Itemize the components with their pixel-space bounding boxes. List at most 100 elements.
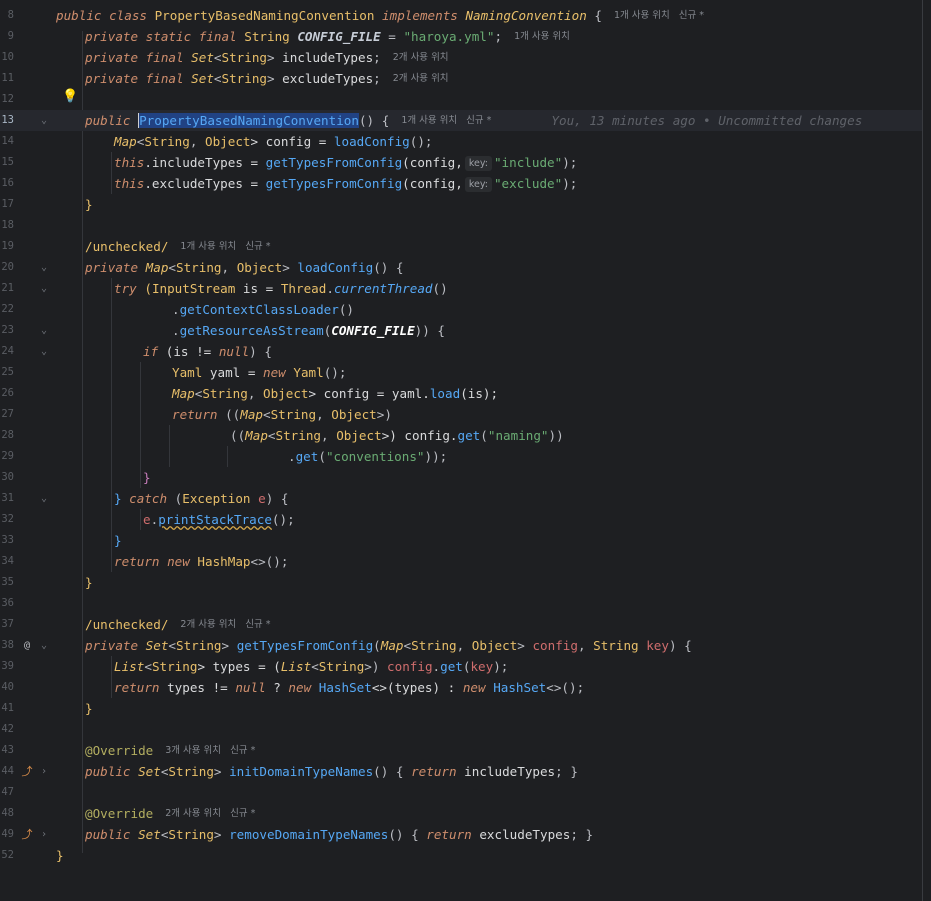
token: > [213, 764, 230, 779]
code-line[interactable]: 34 return new HashMap<>(); [0, 551, 922, 572]
token: config [387, 659, 433, 674]
code-line[interactable]: 8 public class PropertyBasedNamingConven… [0, 5, 922, 26]
token: Set [138, 827, 161, 842]
usage-hint[interactable]: 2개 사용 위치 [393, 68, 449, 89]
at-implementation-icon[interactable]: @ [20, 635, 34, 656]
fold-chevron-down-icon[interactable]: ⌄ [39, 341, 49, 362]
fold-chevron-down-icon[interactable]: ⌄ [39, 635, 49, 656]
override-method-icon[interactable]: ⤴ [20, 824, 34, 845]
token: > [213, 827, 230, 842]
code-line[interactable]: 22 .getContextClassLoader() [0, 299, 922, 320]
token: Map [245, 428, 268, 443]
token: Object [263, 386, 309, 401]
fold-chevron-down-icon[interactable]: ⌄ [39, 488, 49, 509]
token: Object [205, 134, 251, 149]
token: String [202, 386, 248, 401]
code-line[interactable]: 24 ⌄ if (is != null) { [0, 341, 922, 362]
token: removeDomainTypeNames [229, 827, 389, 842]
token: config [532, 638, 578, 653]
usage-hint[interactable]: 1개 사용 위치 신규 * [614, 5, 704, 26]
line-number: 52 [1, 849, 14, 861]
line-number: 15 [1, 156, 14, 168]
code-line[interactable]: 33 } [0, 530, 922, 551]
token: () [338, 302, 354, 317]
code-line[interactable]: 49 ⤴ › public Set<String> removeDomainTy… [0, 824, 922, 845]
code-line[interactable]: 12 [0, 89, 922, 110]
code-line[interactable]: 42 [0, 719, 922, 740]
code-line[interactable]: 27 return ((Map<String, Object>) [0, 404, 922, 425]
token: new [288, 680, 319, 695]
code-line[interactable]: 32 e.printStackTrace(); [0, 509, 922, 530]
token: private [85, 638, 146, 653]
usage-hint[interactable]: 2개 사용 위치 신규 * [165, 803, 255, 824]
usage-hint[interactable]: 1개 사용 위치 신규 * [180, 236, 270, 257]
code-line[interactable]: 19 /unchecked/1개 사용 위치 신규 * [0, 236, 922, 257]
token: (config, [402, 176, 463, 191]
line-number: 41 [1, 702, 14, 714]
fold-chevron-down-icon[interactable]: ⌄ [39, 320, 49, 341]
code-line[interactable]: 23 ⌄ .getResourceAsStream(CONFIG_FILE)) … [0, 320, 922, 341]
token: "naming" [487, 428, 549, 443]
code-text: public class PropertyBasedNamingConventi… [56, 5, 704, 26]
code-line[interactable]: 37 /unchecked/2개 사용 위치 신규 * [0, 614, 922, 635]
fold-chevron-right-icon[interactable]: › [39, 761, 49, 782]
code-line[interactable]: 25 Yaml yaml = new Yaml(); [0, 362, 922, 383]
token: return [172, 407, 226, 422]
code-line[interactable]: 17 } [0, 194, 922, 215]
token: String [244, 29, 298, 44]
code-line[interactable]: 43 @Override 3개 사용 위치 신규 * [0, 740, 922, 761]
usage-hint[interactable]: 2개 사용 위치 [393, 47, 449, 68]
token: > [282, 260, 298, 275]
fold-chevron-down-icon[interactable]: ⌄ [39, 257, 49, 278]
code-line[interactable]: 40 return types != null ? new HashSet<>(… [0, 677, 922, 698]
code-line[interactable]: 26 Map<String, Object> config = yaml.loa… [0, 383, 922, 404]
token: () { [373, 764, 412, 779]
code-text: } catch (Exception e) { [114, 488, 288, 509]
code-line[interactable]: 38 @ ⌄ private Set<String> getTypesFromC… [0, 635, 922, 656]
fold-chevron-right-icon[interactable]: › [39, 824, 49, 845]
code-line[interactable]: 14 Map<String, Object> config = loadConf… [0, 131, 922, 152]
token: Thread [280, 281, 327, 296]
usage-hint[interactable]: 1개 사용 위치 [514, 26, 570, 47]
usage-hint[interactable]: 2개 사용 위치 신규 * [180, 614, 270, 635]
code-line[interactable]: 48 @Override 2개 사용 위치 신규 * [0, 803, 922, 824]
code-editor[interactable]: 💡 8 public class PropertyBasedNamingConv… [0, 0, 931, 901]
fold-chevron-down-icon[interactable]: ⌄ [39, 110, 49, 131]
git-blame-annotation[interactable]: You, 13 minutes ago • Uncommitted change… [551, 110, 862, 131]
code-line-current[interactable]: 13 ⌄ public PropertyBasedNamingConventio… [0, 110, 922, 131]
token: key [470, 659, 494, 674]
code-line[interactable]: 36 [0, 593, 922, 614]
code-line[interactable]: 39 List<String> types = (List<String>) c… [0, 656, 922, 677]
token-warning: printStackTrace [158, 512, 272, 527]
code-line[interactable]: 52 } [0, 845, 922, 866]
code-line[interactable]: 16 this.excludeTypes = getTypesFromConfi… [0, 173, 922, 194]
token: String [221, 50, 268, 65]
token: () { [358, 113, 390, 128]
code-line[interactable]: 15 this.includeTypes = getTypesFromConfi… [0, 152, 922, 173]
code-line[interactable]: 44 ⤴ › public Set<String> initDomainType… [0, 761, 922, 782]
code-text: /unchecked/2개 사용 위치 신규 * [85, 614, 271, 635]
code-line[interactable]: 18 [0, 215, 922, 236]
code-line[interactable]: 31 ⌄ } catch (Exception e) { [0, 488, 922, 509]
token: } [85, 575, 93, 590]
usage-hint[interactable]: 3개 사용 위치 신규 * [165, 740, 255, 761]
token: CONFIG_FILE [297, 29, 381, 44]
code-line[interactable]: 11 private final Set<String> excludeType… [0, 68, 922, 89]
code-line[interactable]: 41 } [0, 698, 922, 719]
code-line[interactable]: 20 ⌄ private Map<String, Object> loadCon… [0, 257, 922, 278]
fold-chevron-down-icon[interactable]: ⌄ [39, 278, 49, 299]
code-line[interactable]: 28 ((Map<String, Object>) config.get("na… [0, 425, 922, 446]
code-text: Map<String, Object> config = loadConfig(… [114, 131, 433, 152]
code-line[interactable]: 29 .get("conventions")); [0, 446, 922, 467]
usage-hint[interactable]: 1개 사용 위치 신규 * [401, 110, 491, 131]
code-line[interactable]: 47 [0, 782, 922, 803]
token: public [85, 113, 139, 128]
token: String [270, 407, 317, 422]
code-line[interactable]: 10 private final Set<String> includeType… [0, 47, 922, 68]
token: public class [56, 8, 155, 23]
override-method-icon[interactable]: ⤴ [20, 761, 34, 782]
code-line[interactable]: 30 } [0, 467, 922, 488]
code-line[interactable]: 21 ⌄ try (InputStream is = Thread.curren… [0, 278, 922, 299]
code-line[interactable]: 35 } [0, 572, 922, 593]
code-line[interactable]: 9 private static final String CONFIG_FIL… [0, 26, 922, 47]
